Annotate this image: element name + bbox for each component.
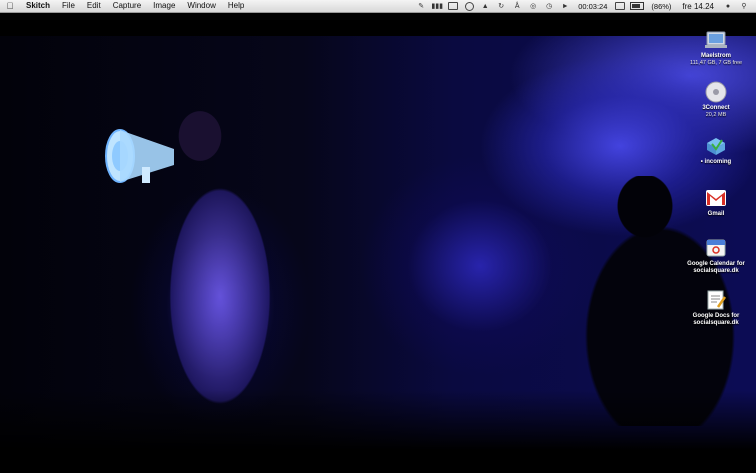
menu-app-skitch[interactable]: Skitch <box>20 0 56 12</box>
calendar-icon <box>706 239 726 257</box>
user-icon[interactable]: ● <box>720 0 736 12</box>
car-icon[interactable]: ▲ <box>477 0 493 12</box>
stage-floor <box>0 390 756 450</box>
desktop-icon-3connect[interactable]: 3Connect 20,2 MB <box>676 81 756 118</box>
desktop-icon-google-docs[interactable]: Google Docs for socialsquare.dk <box>676 289 756 327</box>
desktop-icon-label: 3Connect <box>702 105 730 111</box>
timer-readout[interactable]: 00:03:24 <box>573 0 612 12</box>
apple-menu-icon[interactable]:  <box>0 1 20 11</box>
display-icon[interactable] <box>612 0 628 12</box>
desktop-icon-incoming[interactable]: • incoming <box>676 135 756 166</box>
desktop-icon-label: Google Docs for <box>692 313 740 319</box>
menu-file[interactable]: File <box>56 0 81 12</box>
gmail-icon <box>706 190 726 206</box>
menu-capture[interactable]: Capture <box>107 0 147 12</box>
menu-window[interactable]: Window <box>181 0 221 12</box>
desktop-icon-label: • incoming <box>700 159 732 165</box>
activity-icon[interactable] <box>445 0 461 12</box>
desktop-icon-label: Gmail <box>707 211 725 217</box>
desktop-icon-label: Google Calendar for <box>687 261 745 267</box>
menubar-clock[interactable]: fre 14.24 <box>676 0 720 12</box>
menu-edit[interactable]: Edit <box>81 0 107 12</box>
pen-icon[interactable]: ✎ <box>413 0 429 12</box>
volume-icon[interactable]: ► <box>557 0 573 12</box>
desktop-icon-google-calendar[interactable]: Google Calendar for socialsquare.dk <box>676 237 756 275</box>
menu-bar:  Skitch File Edit Capture Image Window … <box>0 0 756 13</box>
spotlight-icon[interactable]: ⚲ <box>736 0 752 12</box>
desktop[interactable]: Maelstrom 111,47 GB, 7 GB free 3Connect … <box>0 13 756 473</box>
desktop-wallpaper-photo <box>0 36 756 450</box>
disc-icon <box>705 81 727 103</box>
desktop-icon-info: 111,47 GB, 7 GB free <box>689 60 743 66</box>
battery-icon[interactable] <box>628 0 646 12</box>
menu-image[interactable]: Image <box>147 0 181 12</box>
desktop-icon-info: 20,2 MB <box>705 112 727 118</box>
docs-icon <box>707 290 727 310</box>
battery-percent[interactable]: (86%) <box>646 0 676 12</box>
desktop-icon-label: Maelstrom <box>700 53 731 59</box>
desktop-icon-gmail[interactable]: Gmail <box>676 187 756 218</box>
desktop-icon-maelstrom[interactable]: Maelstrom 111,47 GB, 7 GB free <box>676 29 756 66</box>
wifi-icon[interactable]: ◎ <box>525 0 541 12</box>
sync-icon[interactable] <box>461 0 477 12</box>
hard-drive-icon <box>705 31 727 48</box>
menu-help[interactable]: Help <box>222 0 250 12</box>
bluetooth-icon[interactable]: Å <box>509 0 525 12</box>
desktop-icon-label-line2: socialsquare.dk <box>693 268 739 274</box>
signal-icon[interactable]: ▮▮▮ <box>429 0 445 12</box>
menu-extras: ✎ ▮▮▮ ▲ ↻ Å ◎ ◷ ► 00:03:24 (86%) fre 14.… <box>413 0 756 12</box>
folder-icon <box>707 138 725 155</box>
megaphone-icon <box>105 129 174 183</box>
refresh-icon[interactable]: ↻ <box>493 0 509 12</box>
desktop-icon-label-line2: socialsquare.dk <box>693 320 739 326</box>
time-machine-icon[interactable]: ◷ <box>541 0 557 12</box>
